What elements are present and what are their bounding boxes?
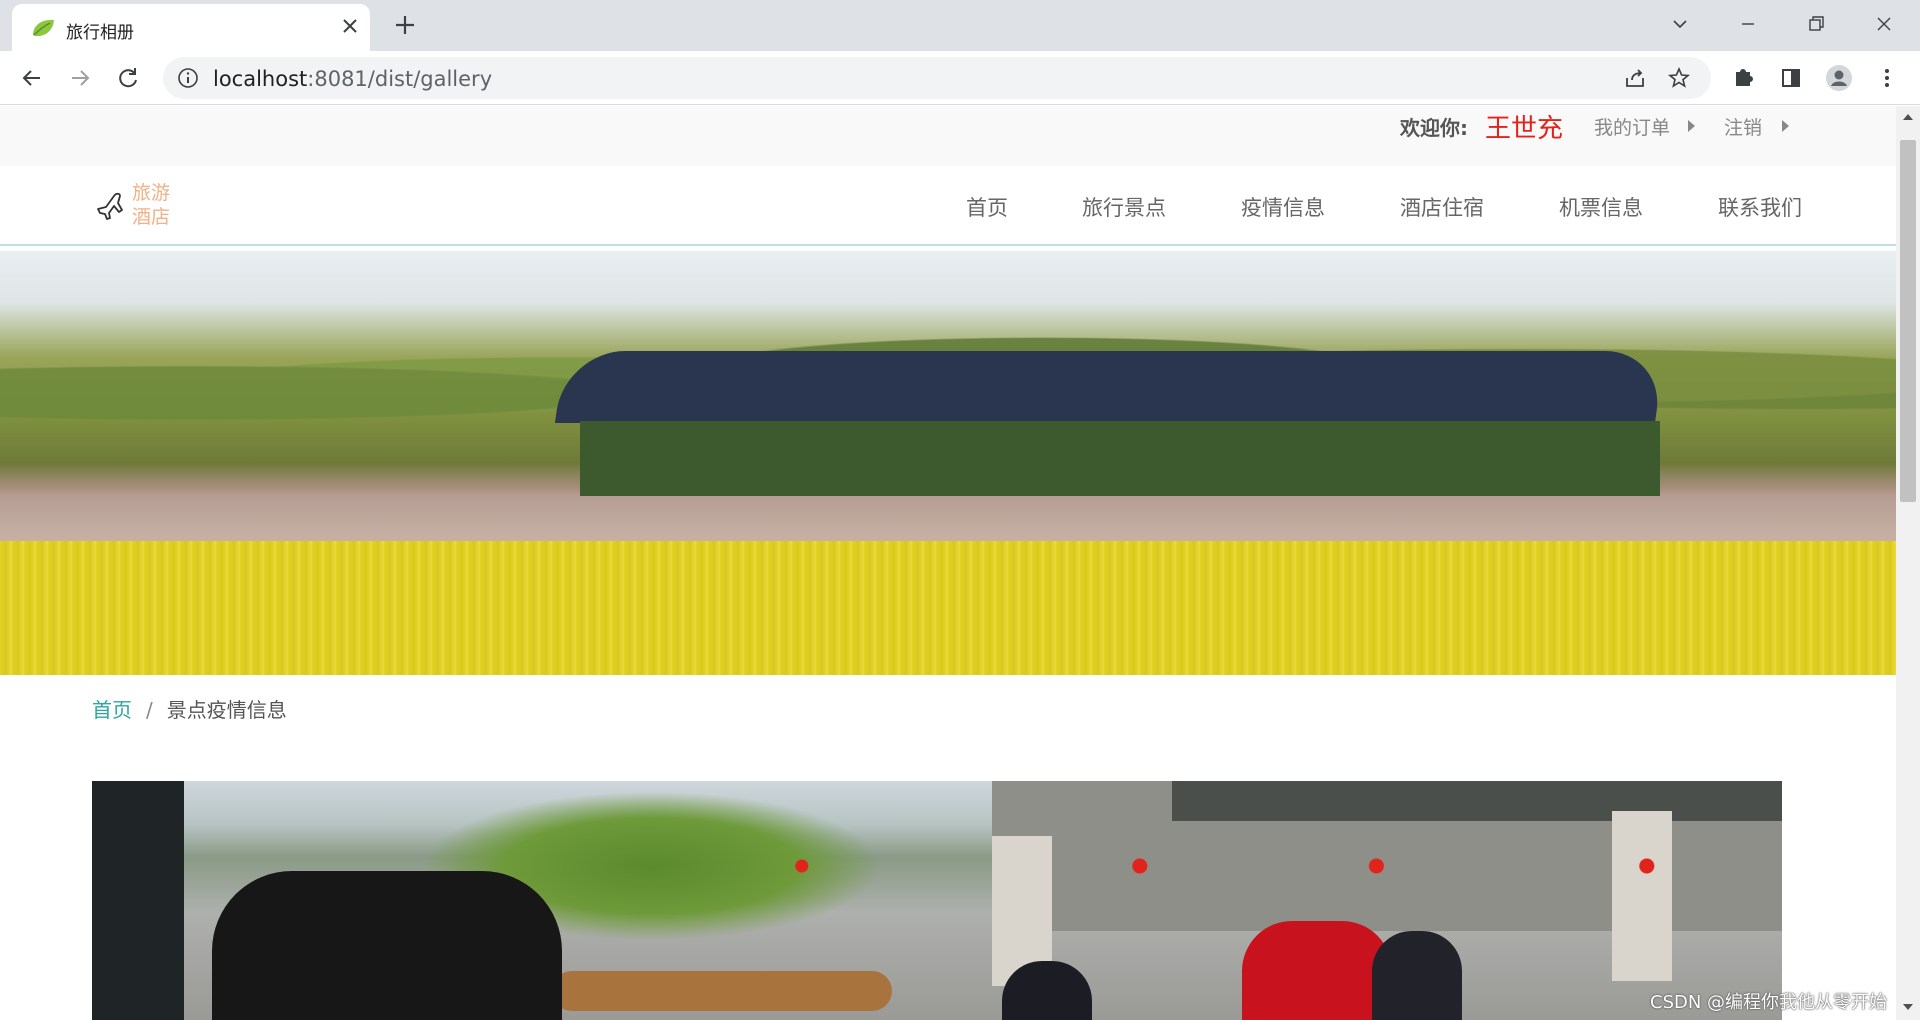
scroll-down-arrow-icon[interactable] — [1903, 1004, 1913, 1010]
url-text[interactable]: localhost:8081/dist/gallery — [213, 67, 492, 91]
logo-text-line1[interactable]: 旅游 — [132, 178, 170, 205]
scroll-up-arrow-icon[interactable] — [1903, 114, 1913, 120]
browser-toolbar: localhost:8081/dist/gallery — [0, 51, 1920, 105]
watermark: CSDN @编程你我他从零开始 — [1650, 992, 1888, 1013]
nav-item-attractions[interactable]: 旅行景点 — [1082, 192, 1166, 222]
window-close-icon[interactable] — [1870, 10, 1898, 38]
close-icon[interactable] — [338, 14, 362, 38]
leaf-favicon-icon — [33, 19, 54, 37]
banner-grass — [0, 496, 1896, 546]
breadcrumb: 首页 / 景点疫情信息 — [92, 694, 287, 723]
nav-item-epidemic-info[interactable]: 疫情信息 — [1241, 192, 1325, 222]
banner-pavilion-roof — [554, 351, 1666, 423]
chevron-down-icon[interactable] — [1666, 10, 1694, 38]
url-path: :8081/dist/gallery — [307, 67, 493, 91]
url-host: localhost — [213, 67, 308, 91]
photo-gate-plaque — [1172, 781, 1782, 821]
gallery-photo[interactable] — [92, 781, 1782, 1020]
caret-right-icon — [1688, 120, 1695, 132]
star-icon[interactable] — [1667, 66, 1691, 90]
browser-tab[interactable]: 旅行相册 — [12, 4, 370, 51]
puzzle-icon[interactable] — [1728, 63, 1758, 93]
main-nav: 旅游 酒店 首页 旅行景点 疫情信息 酒店住宿 机票信息 联系我们 — [0, 166, 1896, 246]
info-icon[interactable] — [177, 67, 199, 89]
photo-planter — [552, 971, 892, 1011]
restore-icon[interactable] — [1802, 10, 1830, 38]
kebab-menu-icon[interactable] — [1872, 63, 1902, 93]
caret-right-icon — [1782, 120, 1789, 132]
breadcrumb-separator: / — [146, 698, 153, 722]
nav-item-hotels[interactable]: 酒店住宿 — [1400, 192, 1484, 222]
reload-icon[interactable] — [114, 64, 142, 92]
breadcrumb-home-link[interactable]: 首页 — [92, 698, 132, 722]
photo-person — [1002, 961, 1092, 1020]
username: 王世充 — [1485, 114, 1564, 144]
banner-flower-field — [0, 541, 1896, 675]
photo-person — [212, 871, 562, 1020]
page-viewport: 欢迎你: 王世充 我的订单 注销 旅游 酒店 首页 旅行景点 疫情信息 酒店住宿… — [0, 106, 1896, 1020]
photo-wall — [92, 781, 184, 1020]
logout-link[interactable]: 注销 — [1724, 113, 1762, 140]
breadcrumb-current: 景点疫情信息 — [166, 698, 287, 722]
browser-tab-strip: 旅行相册 — [0, 0, 1920, 51]
airplane-icon[interactable] — [94, 190, 126, 222]
page-scrollbar[interactable] — [1896, 106, 1920, 1020]
photo-gate-pillar — [1612, 811, 1672, 981]
share-icon[interactable] — [1623, 66, 1647, 90]
tab-title: 旅行相册 — [66, 23, 134, 43]
address-bar[interactable]: localhost:8081/dist/gallery — [163, 57, 1711, 99]
banner-pavilion — [580, 421, 1660, 506]
nav-item-home[interactable]: 首页 — [966, 192, 1008, 222]
nav-item-contact[interactable]: 联系我们 — [1718, 192, 1802, 222]
profile-icon[interactable] — [1824, 63, 1854, 93]
plus-icon[interactable] — [392, 12, 418, 38]
photo-person — [1242, 921, 1392, 1020]
back-icon[interactable] — [18, 64, 46, 92]
forward-icon[interactable] — [66, 64, 94, 92]
user-bar: 欢迎你: 王世充 我的订单 注销 — [0, 106, 1896, 166]
welcome-label: 欢迎你: — [1400, 116, 1468, 140]
scrollbar-thumb[interactable] — [1900, 140, 1916, 502]
photo-person — [1372, 931, 1462, 1020]
logo-text-line2[interactable]: 酒店 — [132, 202, 170, 229]
hero-banner-image — [0, 251, 1896, 675]
nav-item-flights[interactable]: 机票信息 — [1559, 192, 1643, 222]
my-orders-link[interactable]: 我的订单 — [1594, 113, 1670, 140]
minimize-icon[interactable] — [1734, 10, 1762, 38]
sidebar-icon[interactable] — [1776, 63, 1806, 93]
